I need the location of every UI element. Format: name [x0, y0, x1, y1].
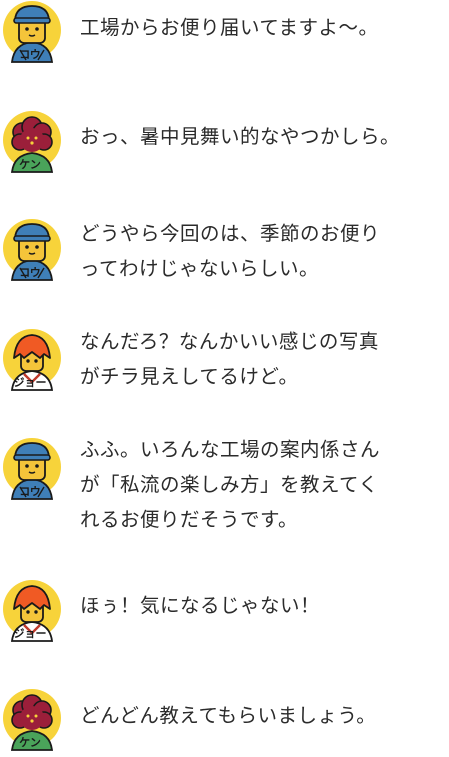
joe-avatar-icon: ジョー — [0, 579, 64, 643]
message-text: なんだろ？なんかいい感じの写真 がチラ見えしてるけど。 — [80, 330, 379, 388]
kou-avatar-icon: コウ — [0, 218, 64, 282]
speaker-name: コウ — [19, 48, 41, 61]
speaker-name: ジョー — [13, 376, 47, 389]
speaker-name: コウ — [19, 485, 41, 498]
ken-avatar-icon: ケン — [0, 110, 64, 174]
message-text: おっ、暑中見舞い的なやつかしら。 — [80, 125, 401, 148]
speaker-name: ジョー — [13, 627, 47, 640]
speaker-name: コウ — [19, 266, 41, 279]
message-text: ふふ。いろんな工場の案内係さん が「私流の楽しみ方」を教えてく れるお便りだそう… — [80, 438, 381, 531]
speaker-name: ケン — [19, 736, 41, 749]
kou-avatar-icon: コウ — [0, 437, 64, 501]
speaker-name: ケン — [19, 158, 41, 171]
message-text: 工場からお便り届いてますよ〜。 — [80, 16, 379, 39]
message-text: ほぅ！気になるじゃない！ — [80, 594, 321, 617]
joe-avatar-icon: ジョー — [0, 328, 64, 392]
message-text: どうやら今回のは、季節のお便り ってわけじゃないらしい。 — [80, 222, 381, 280]
ken-avatar-icon: ケン — [0, 688, 64, 752]
message-text: どんどん教えてもらいましょう。 — [80, 704, 377, 727]
chat-thread: コウ 工場からお便り届いてますよ〜。 ケン おっ、暑中見舞い的なやつかしら。 コ… — [0, 0, 449, 757]
kou-avatar-icon: コウ — [0, 0, 64, 64]
